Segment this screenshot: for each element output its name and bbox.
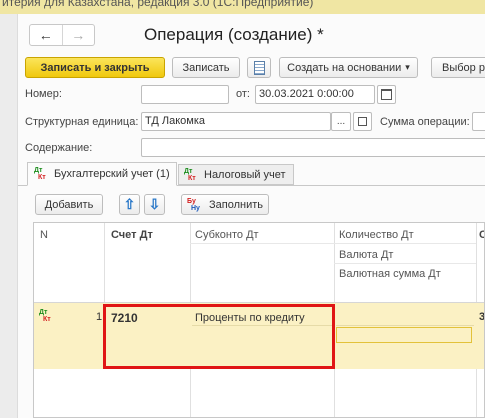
left-panel-strip [0,14,18,418]
save-button[interactable]: Записать [172,57,240,78]
header-qty-dt[interactable]: Количество Дт [339,229,414,241]
dt-kt-icon: Дт Кт [184,167,196,182]
tab-tax[interactable]: Дт Кт Налоговый учет [178,164,294,185]
save-close-button[interactable]: Записать и закрыть [25,57,165,78]
header-n[interactable]: N [40,229,48,241]
date-label: от: [236,88,250,100]
sum-field[interactable] [472,112,485,131]
sum-label: Сумма операции: [380,116,470,128]
create-based-button[interactable]: Создать на основании ▾ [279,57,418,78]
document-icon [253,60,265,75]
nav-buttons: ← → [29,24,95,46]
add-button[interactable]: Добавить [35,194,103,215]
select-button[interactable]: Выбор ре [431,57,485,78]
tab-accounting[interactable]: Дт Кт Бухгалтерский учет (1) [27,162,177,186]
page-title: Операция (создание) * [144,25,324,44]
number-label: Номер: [25,88,62,100]
fill-button[interactable]: Бу Ну Заполнить [181,194,269,215]
window-title: итерия для Казахстана, редакция 3.0 (1С:… [2,0,314,9]
header-currency-sum-dt[interactable]: Валютная сумма Дт [339,268,441,280]
dt-kt-icon: Дт Кт [39,309,51,323]
header-partial-col[interactable]: С [479,229,484,241]
window-title-bar: итерия для Казахстана, редакция 3.0 (1С:… [0,0,485,14]
row-number: 1 [96,311,103,323]
select-unit-button[interactable]: ... [331,112,351,131]
dt-kt-icon: Дт Кт [34,167,46,181]
header-currency-dt[interactable]: Валюта Дт [339,249,393,261]
calendar-icon[interactable] [377,85,396,104]
number-field[interactable] [141,85,229,104]
row-partial-col: 3 [479,311,485,323]
chevron-down-icon: ▾ [405,62,410,72]
unit-field[interactable]: ТД Лакомка [141,112,331,131]
qty-edit-cell[interactable] [336,327,472,343]
highlight-box [103,304,335,369]
document-icon-button[interactable] [247,57,271,78]
content-field[interactable] [141,138,485,157]
fill-icon: Бу Ну [187,197,200,212]
move-down-icon[interactable]: ⇩ [144,194,165,215]
header-subkonto-dt[interactable]: Субконто Дт [195,229,259,241]
open-icon[interactable] [353,112,372,131]
forward-button[interactable]: → [61,25,95,45]
date-field[interactable]: 30.03.2021 0:00:00 [255,85,375,104]
unit-label: Структурная единица: [25,116,139,128]
header-account-dt[interactable]: Счет Дт [111,229,153,241]
move-up-icon[interactable]: ⇧ [119,194,140,215]
content-label: Содержание: [25,142,93,154]
back-button[interactable]: ← [30,25,62,45]
